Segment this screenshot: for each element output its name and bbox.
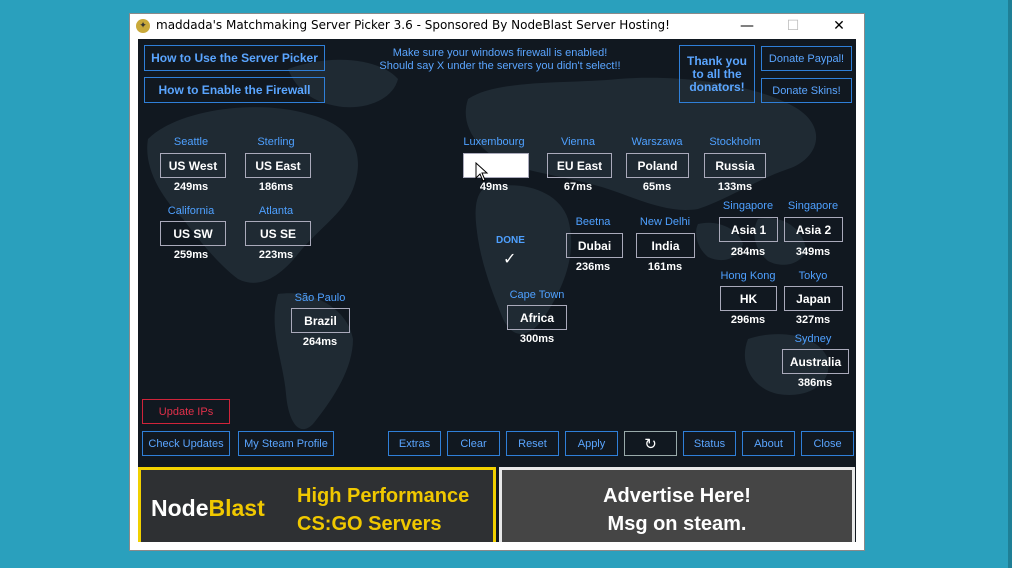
status-button[interactable]: Status [683,431,736,456]
app-icon: ✦ [136,19,150,33]
notice-line-2: Should say X under the servers you didn'… [379,60,621,72]
ping-value: 65ms [642,181,672,193]
ping-value: 49ms [479,181,509,193]
ping-value: 161ms [647,261,683,273]
ping-value: 223ms [258,249,294,261]
server-button-dubai[interactable]: Dubai [566,233,623,258]
apply-button[interactable]: Apply [565,431,618,456]
update-ips-button[interactable]: Update IPs [142,399,230,424]
reset-button[interactable]: Reset [506,431,559,456]
done-label: DONE [496,235,525,246]
thanks-line-1: Thank you [686,53,747,68]
server-button-asia-2[interactable]: Asia 2 [784,217,843,242]
desktop-edge [1008,0,1012,568]
close-button[interactable]: Close [801,431,854,456]
clear-button[interactable]: Clear [447,431,500,456]
server-button-poland[interactable]: Poland [626,153,689,178]
refresh-icon[interactable]: ↻ [624,431,677,456]
server-button-australia[interactable]: Australia [782,349,849,374]
advertise-line-1: Advertise Here! [603,485,751,507]
city-label: Sterling [257,136,295,148]
tagline-line-1: High Performance [297,485,470,507]
city-label: Sydney [794,333,832,345]
about-button[interactable]: About [742,431,795,456]
city-label: Seattle [173,136,209,148]
thanks-donators-button[interactable]: Thank you to all the donators! [679,45,755,103]
advertise-banner[interactable]: Advertise Here! Msg on steam. [499,467,855,542]
city-label: California [167,205,215,217]
server-picker-panel: How to Use the Server Picker How to Enab… [138,39,856,542]
donate-skins-button[interactable]: Donate Skins! [761,78,852,103]
server-button-japan[interactable]: Japan [784,286,843,311]
mouse-cursor-icon [475,162,489,182]
ping-value: 133ms [717,181,753,193]
firewall-notice: Make sure your windows firewall is enabl… [370,47,630,73]
check-updates-button[interactable]: Check Updates [142,431,230,456]
city-label: Tokyo [798,270,828,282]
maximize-button[interactable]: ☐ [770,14,816,39]
close-window-button[interactable]: ✕ [816,14,862,39]
ping-value: 386ms [797,377,833,389]
server-button-india[interactable]: India [636,233,695,258]
app-window: ✦ maddada's Matchmaking Server Picker 3.… [129,13,865,551]
ping-value: 67ms [563,181,593,193]
server-button-hk[interactable]: HK [720,286,777,311]
nodeblast-banner[interactable]: NodeBlast High Performance CS:GO Servers [138,467,496,542]
enable-firewall-button[interactable]: How to Enable the Firewall [144,77,325,103]
ping-value: 349ms [795,246,831,258]
city-label: Singapore [787,200,839,212]
server-button-us-se[interactable]: US SE [245,221,311,246]
notice-line-1: Make sure your windows firewall is enabl… [392,47,608,59]
city-label: São Paulo [294,292,346,304]
nodeblast-logo: NodeBlast [151,495,265,521]
server-button-eu-east[interactable]: EU East [547,153,612,178]
city-label: Luxembourg [463,136,525,148]
advertise-line-2: Msg on steam. [607,513,747,535]
ping-value: 264ms [302,336,338,348]
thanks-line-3: donators! [689,79,745,94]
server-button-brazil[interactable]: Brazil [291,308,350,333]
server-button-eu-west[interactable] [463,153,529,178]
server-button-us-west[interactable]: US West [160,153,226,178]
ping-value: 249ms [173,181,209,193]
city-label: New Delhi [639,216,691,228]
ping-value: 186ms [258,181,294,193]
steam-profile-button[interactable]: My Steam Profile [238,431,334,456]
tagline-line-2: CS:GO Servers [297,513,442,535]
check-icon: ✓ [503,249,517,268]
donate-paypal-button[interactable]: Donate Paypal! [761,46,852,71]
server-button-asia-1[interactable]: Asia 1 [719,217,778,242]
server-button-us-sw[interactable]: US SW [160,221,226,246]
city-label: Atlanta [258,205,294,217]
minimize-button[interactable]: — [724,14,770,39]
nodeblast-tagline: High Performance CS:GO Servers [297,482,469,538]
ping-value: 327ms [795,314,831,326]
ping-value: 259ms [173,249,209,261]
server-button-africa[interactable]: Africa [507,305,567,330]
advertise-text: Advertise Here! Msg on steam. [502,482,852,538]
city-label: Stockholm [709,136,761,148]
thanks-line-2: to all the [692,66,742,81]
city-label: Warszawa [631,136,683,148]
server-button-russia[interactable]: Russia [704,153,766,178]
server-button-us-east[interactable]: US East [245,153,311,178]
city-label: Vienna [560,136,596,148]
title-bar: ✦ maddada's Matchmaking Server Picker 3.… [130,14,864,39]
extras-button[interactable]: Extras [388,431,441,456]
window-title: maddada's Matchmaking Server Picker 3.6 … [156,18,670,32]
how-to-use-button[interactable]: How to Use the Server Picker [144,45,325,71]
city-label: Cape Town [509,289,565,301]
ping-value: 300ms [519,333,555,345]
